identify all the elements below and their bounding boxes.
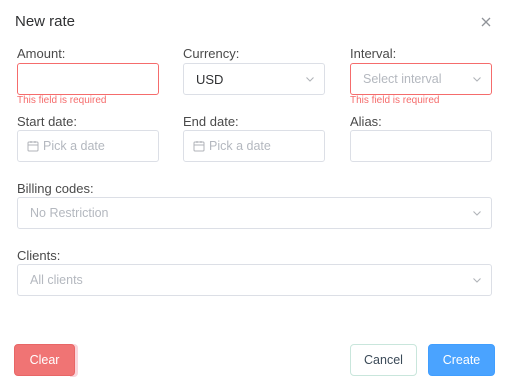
dialog-title: New rate (15, 13, 76, 30)
amount-error: This field is required (17, 95, 107, 106)
currency-select[interactable]: USD (183, 63, 325, 95)
amount-label: Amount: (17, 46, 66, 61)
end-date-picker[interactable]: Pick a date (183, 130, 325, 162)
cancel-button[interactable]: Cancel (350, 344, 417, 376)
chevron-down-icon (473, 211, 481, 216)
end-date-placeholder: Pick a date (209, 139, 271, 153)
calendar-icon (193, 141, 205, 152)
billing-codes-placeholder: No Restriction (30, 206, 109, 220)
currency-value: USD (196, 72, 224, 87)
start-date-label: Start date: (17, 114, 77, 129)
billing-codes-select[interactable]: No Restriction (17, 197, 492, 229)
interval-error: This field is required (350, 95, 440, 106)
clients-select[interactable]: All clients (17, 264, 492, 296)
interval-select[interactable]: Select interval (350, 63, 492, 95)
close-icon[interactable] (480, 16, 496, 32)
currency-label: Currency: (183, 46, 240, 61)
alias-input[interactable] (350, 130, 492, 162)
create-button[interactable]: Create (428, 344, 495, 376)
clear-button[interactable]: Clear (14, 344, 75, 376)
billing-codes-label: Billing codes: (17, 181, 94, 196)
interval-label: Interval: (350, 46, 397, 61)
calendar-icon (27, 141, 39, 152)
chevron-down-icon (306, 77, 314, 82)
start-date-picker[interactable]: Pick a date (17, 130, 159, 162)
new-rate-dialog: New rate Amount: This field is required … (0, 0, 507, 391)
start-date-placeholder: Pick a date (43, 139, 105, 153)
chevron-down-icon (473, 278, 481, 283)
interval-placeholder: Select interval (363, 72, 442, 86)
chevron-down-icon (473, 77, 481, 82)
clients-label: Clients: (17, 248, 61, 263)
end-date-label: End date: (183, 114, 239, 129)
clients-placeholder: All clients (30, 273, 83, 287)
amount-input[interactable] (17, 63, 159, 95)
alias-label: Alias: (350, 114, 382, 129)
